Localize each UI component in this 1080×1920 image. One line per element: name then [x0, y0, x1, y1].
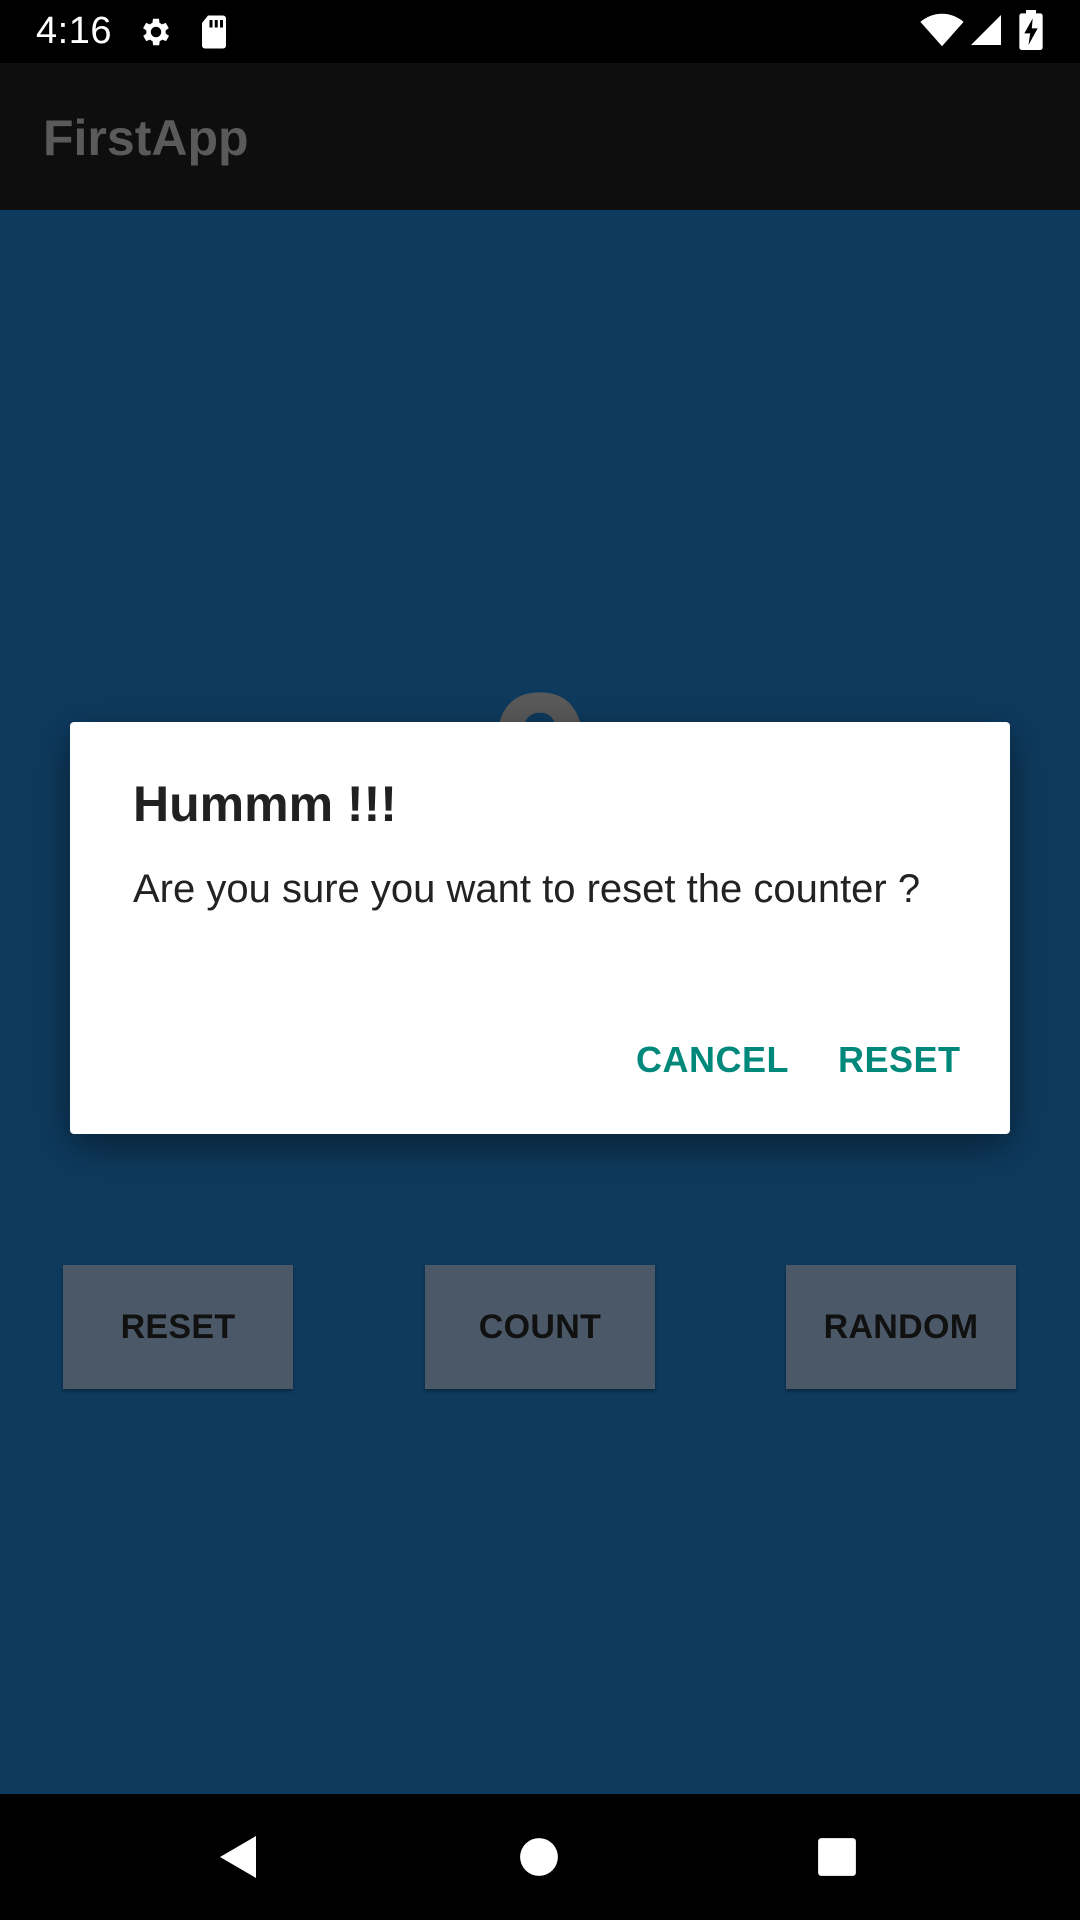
reset-button[interactable]: RESET [63, 1265, 293, 1389]
reset-confirm-dialog: Hummm !!! Are you sure you want to reset… [70, 722, 1010, 1134]
sd-card-icon [202, 15, 226, 49]
dialog-title: Hummm !!! [133, 776, 397, 832]
signal-icon [971, 15, 1001, 45]
app-title: FirstApp [43, 110, 249, 166]
dialog-cancel-button[interactable]: CANCEL [636, 1038, 789, 1082]
app-bar: FirstApp [0, 63, 1080, 210]
status-time: 4:16 [36, 10, 112, 52]
random-button[interactable]: RANDOM [786, 1265, 1016, 1389]
wifi-icon [920, 13, 964, 47]
status-bar: 4:16 [0, 0, 1080, 63]
battery-charging-icon [1019, 10, 1043, 50]
dialog-message: Are you sure you want to reset the count… [133, 867, 921, 911]
navigation-bar [0, 1794, 1080, 1920]
back-icon[interactable] [216, 1832, 260, 1882]
gear-icon [143, 18, 170, 46]
home-icon[interactable] [518, 1836, 560, 1878]
recents-icon[interactable] [816, 1836, 858, 1878]
count-button[interactable]: COUNT [425, 1265, 655, 1389]
dialog-reset-button[interactable]: RESET [838, 1038, 961, 1082]
